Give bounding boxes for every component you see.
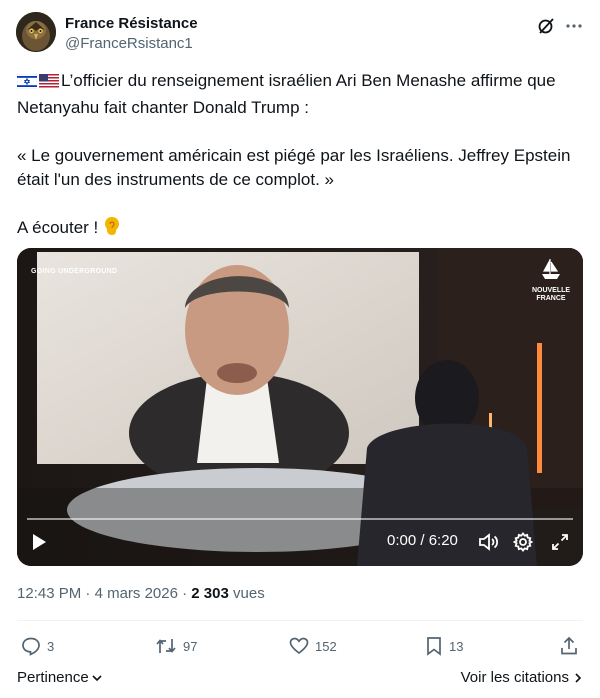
logo-line-2: FRANCE [536,295,566,302]
sort-dropdown[interactable]: Pertinence [17,668,103,688]
meta-separator: · [85,585,91,602]
author-handle[interactable]: @FranceRsistanc1 [65,35,193,53]
bookmark-count: 13 [449,638,464,654]
heart-icon [289,637,309,655]
tweet-actions: 3 97 152 13 [17,634,583,658]
tweet-paragraph-2: « Le gouvernement américain est piégé pa… [17,144,583,192]
reply-button[interactable]: 3 [21,634,54,658]
reply-icon [22,637,40,656]
view-quotes-link[interactable]: Voir les citations [461,668,583,688]
israel-flag-icon [16,72,38,96]
repost-button[interactable]: 97 [155,634,197,658]
tweet-meta: 12:43 PM · 4 mars 2026 · 2 303 vues [17,585,265,603]
share-icon [561,636,577,655]
views-count: 2 303 [191,585,229,602]
tweet-text-line-2: « Le gouvernement américain est piégé pa… [17,146,571,189]
fullscreen-icon[interactable] [550,532,570,552]
avatar[interactable] [16,12,56,52]
repost-count: 97 [183,638,198,654]
replies-footer: Pertinence Voir les citations [17,668,583,688]
volume-icon[interactable] [477,532,499,552]
share-button[interactable] [559,634,579,658]
repost-icon [156,639,176,653]
tweet-time[interactable]: 12:43 PM [17,585,81,602]
chevron-down-icon [92,675,102,682]
like-button[interactable]: 152 [289,634,337,658]
view-quotes-label: Voir les citations [460,669,569,686]
views-label: vues [233,585,265,602]
tweet-text-line-3: A écouter ! [17,218,99,237]
tweet-header: France Résistance @FranceRsistanc1 [16,12,584,56]
sort-label: Pertinence [17,669,89,686]
video-controls: 0:00 / 6:20 [17,506,583,566]
more-options-icon[interactable] [564,16,584,36]
like-count: 152 [315,638,337,654]
divider [17,620,583,621]
channel-logo-going-underground: GOING UNDERGROUND [31,268,118,275]
chevron-right-icon [575,673,582,683]
tweet-date[interactable]: 4 mars 2026 [95,585,178,602]
logo-line-1: NOUVELLE [531,287,571,294]
video-time: 0:00 / 6:20 [387,532,458,549]
tweet-text: L’officier du renseignement israélien Ar… [16,69,583,243]
tweet-text-line-1: L’officier du renseignement israélien Ar… [17,71,556,117]
bookmark-icon [427,637,441,656]
tweet-paragraph-3: A écouter ! [17,216,583,243]
video-progress-bar[interactable] [27,518,573,520]
tweet-paragraph-1: L’officier du renseignement israélien Ar… [16,69,583,120]
settings-gear-icon[interactable] [513,532,533,552]
author-name[interactable]: France Résistance [65,15,198,33]
ear-emoji-icon [103,216,121,243]
grok-icon[interactable] [536,16,556,36]
reply-count: 3 [47,638,55,654]
meta-separator: · [182,585,188,602]
video-player[interactable]: GOING UNDERGROUND NOUVELLE FRANCE 0:00 /… [17,248,583,566]
nouvelle-france-logo: NOUVELLE FRANCE [529,256,573,306]
ship-icon [542,259,560,279]
usa-flag-icon [39,72,59,96]
bookmark-button[interactable]: 13 [425,634,463,658]
play-icon[interactable] [29,532,49,552]
